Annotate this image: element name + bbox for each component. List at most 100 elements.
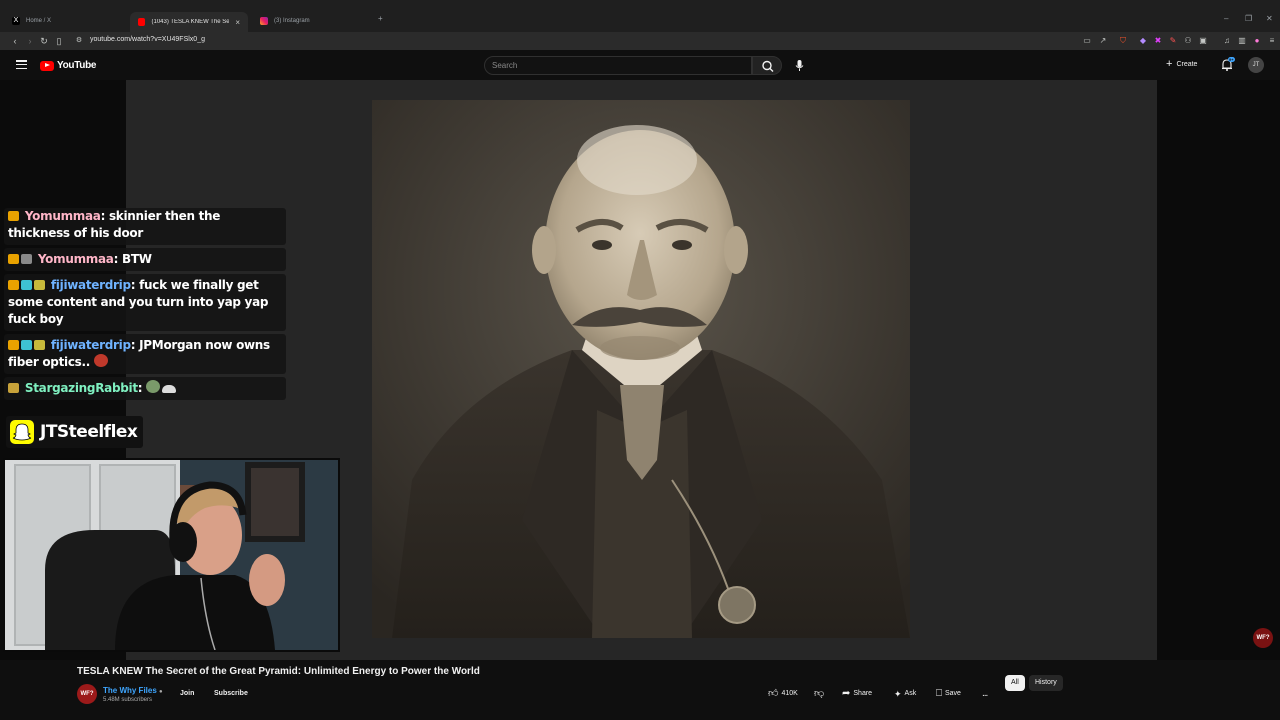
gift-badge-icon [21,280,32,290]
save-button[interactable]: ⎕ Save [936,686,961,702]
extension-pen-icon[interactable]: ✎ [1168,36,1178,46]
hamburger-menu-icon[interactable] [16,60,27,70]
brave-shield-icon[interactable]: ⛉ [1118,36,1128,46]
microphone-icon [795,60,804,71]
wallet-icon[interactable]: ▣ [1198,36,1208,46]
car-emote-icon [162,385,177,393]
music-icon[interactable]: ♫ [1222,36,1232,46]
tab-youtube[interactable]: (1043) TESLA KNEW The Secr × [130,12,248,32]
verified-icon: ● [159,689,163,695]
tab-label: Home / X [26,18,52,24]
close-tab-icon[interactable]: × [235,18,240,27]
voice-search-button[interactable] [790,56,809,75]
account-avatar[interactable]: JT [1248,57,1264,73]
puzzle-icon[interactable]: ⚇ [1183,36,1193,46]
dislike-button[interactable]: 👎︎ [814,686,824,702]
like-button[interactable]: 👍︎ 410K [768,686,798,702]
plus-icon: + [1166,58,1173,70]
tab-label: (1043) TESLA KNEW The Secr [151,19,230,25]
subscriber-count: 5.48M subscribers [103,697,153,703]
tab-instagram[interactable]: (3) Instagram [252,12,370,30]
chip-history[interactable]: History [1029,675,1063,691]
emote-icon [146,380,161,393]
crown-badge-icon [8,254,19,264]
notification-count-badge: 9+ [1228,57,1235,62]
search-button[interactable] [752,56,782,75]
create-label: Create [1176,60,1198,68]
bookmark-icon[interactable]: ▯ [53,35,65,47]
chat-text: JPMorgan now owns fiber optics.. [8,338,270,369]
minimize-icon[interactable]: – [1224,14,1228,23]
instagram-icon [260,17,268,25]
search-icon [762,60,774,72]
right-dark-region [1157,80,1280,660]
more-icon: ... [982,688,988,699]
chip-all[interactable]: All [1005,675,1025,691]
profile-icon[interactable]: ● [1252,36,1262,46]
sidebar-icon[interactable]: ▥ [1237,36,1247,46]
ask-label: Ask [904,690,917,697]
address-bar-row: ‹ › ↻ ▯ ⚙ youtube.com/watch?v=XU49FSlx0_… [0,32,1280,50]
create-button[interactable]: + Create [1166,58,1197,70]
extension-x-icon[interactable]: ✖ [1153,36,1163,46]
share-arrow-icon: ➦ [842,688,851,699]
share-button[interactable]: ➦ Share [842,686,872,702]
sub-badge-icon [34,340,45,350]
youtube-header: YouTube Search + Create 9+ JT [0,50,1280,80]
save-label: Save [945,690,961,697]
x-icon: X [12,17,20,25]
chat-text: BTW [121,252,152,266]
url-field[interactable]: youtube.com/watch?v=XU49FSlx0_g [90,36,205,43]
crown-badge-icon [8,340,19,350]
youtube-icon [138,18,146,26]
ask-button[interactable]: ✦ Ask [894,686,916,702]
sub-badge-icon [34,280,45,290]
crown-badge-icon [8,280,19,290]
chat-text: fuck we finally get some content and you… [8,278,269,326]
snapchat-handle-overlay: JTSteelflex [6,416,144,448]
more-actions-button[interactable]: ... [982,686,988,702]
extension-icon[interactable]: ◆ [1138,36,1148,46]
share-page-icon[interactable]: ↗ [1098,36,1108,46]
chat-username: Yomummaa [24,209,101,223]
forward-icon[interactable]: › [24,35,36,47]
restore-icon[interactable]: ❐ [1245,14,1252,23]
thumbs-down-icon: 👎︎ [814,688,825,699]
cast-icon[interactable]: ▭ [1082,36,1092,46]
close-window-icon[interactable]: ✕ [1266,14,1273,23]
chat-username: StargazingRabbit [24,381,138,395]
thumbs-up-icon: 👍︎ [768,688,779,699]
chat-username: Yomummaa [37,252,114,266]
angry-emote-icon [93,354,108,367]
like-count: 410K [781,690,798,697]
share-label: Share [853,690,873,697]
channel-name[interactable]: The Why Files ● [103,686,163,695]
bookmark-save-icon: ⎕ [936,688,942,699]
youtube-logo[interactable]: YouTube [40,60,97,71]
subscribe-button[interactable]: Subscribe [206,686,256,702]
tab-x[interactable]: X Home / X [4,12,130,30]
join-button[interactable]: Join [172,686,202,702]
sub-badge-icon [8,383,19,393]
sub-badge-icon [21,254,32,264]
sparkle-icon: ✦ [894,689,902,699]
video-frame-portrait [372,100,910,638]
new-tab-button[interactable]: + [378,14,383,23]
menu-icon[interactable]: ≡ [1267,36,1277,46]
back-icon[interactable]: ‹ [9,35,21,47]
channel-avatar[interactable]: WF? [77,684,97,704]
crown-badge-icon [8,211,19,221]
chat-message: Yomummaa: BTW [4,248,286,271]
chat-username: fijiwaterdrip [50,338,131,352]
snapchat-username: JTSteelflex [40,422,138,442]
site-info-icon[interactable]: ⚙ [73,35,85,47]
channel-watermark[interactable]: WF? [1253,628,1273,648]
chat-message: fijiwaterdrip: JPMorgan now owns fiber o… [4,334,286,374]
chat-message: StargazingRabbit: [4,377,286,400]
chat-username: fijiwaterdrip [50,278,131,292]
streamer-webcam [3,458,340,652]
reload-icon[interactable]: ↻ [38,35,50,47]
channel-name-text: The Why Files [103,686,157,695]
stream-chat-overlay: Yomummaa: skinnier then the thickness of… [4,208,286,403]
search-input[interactable]: Search [484,56,752,75]
